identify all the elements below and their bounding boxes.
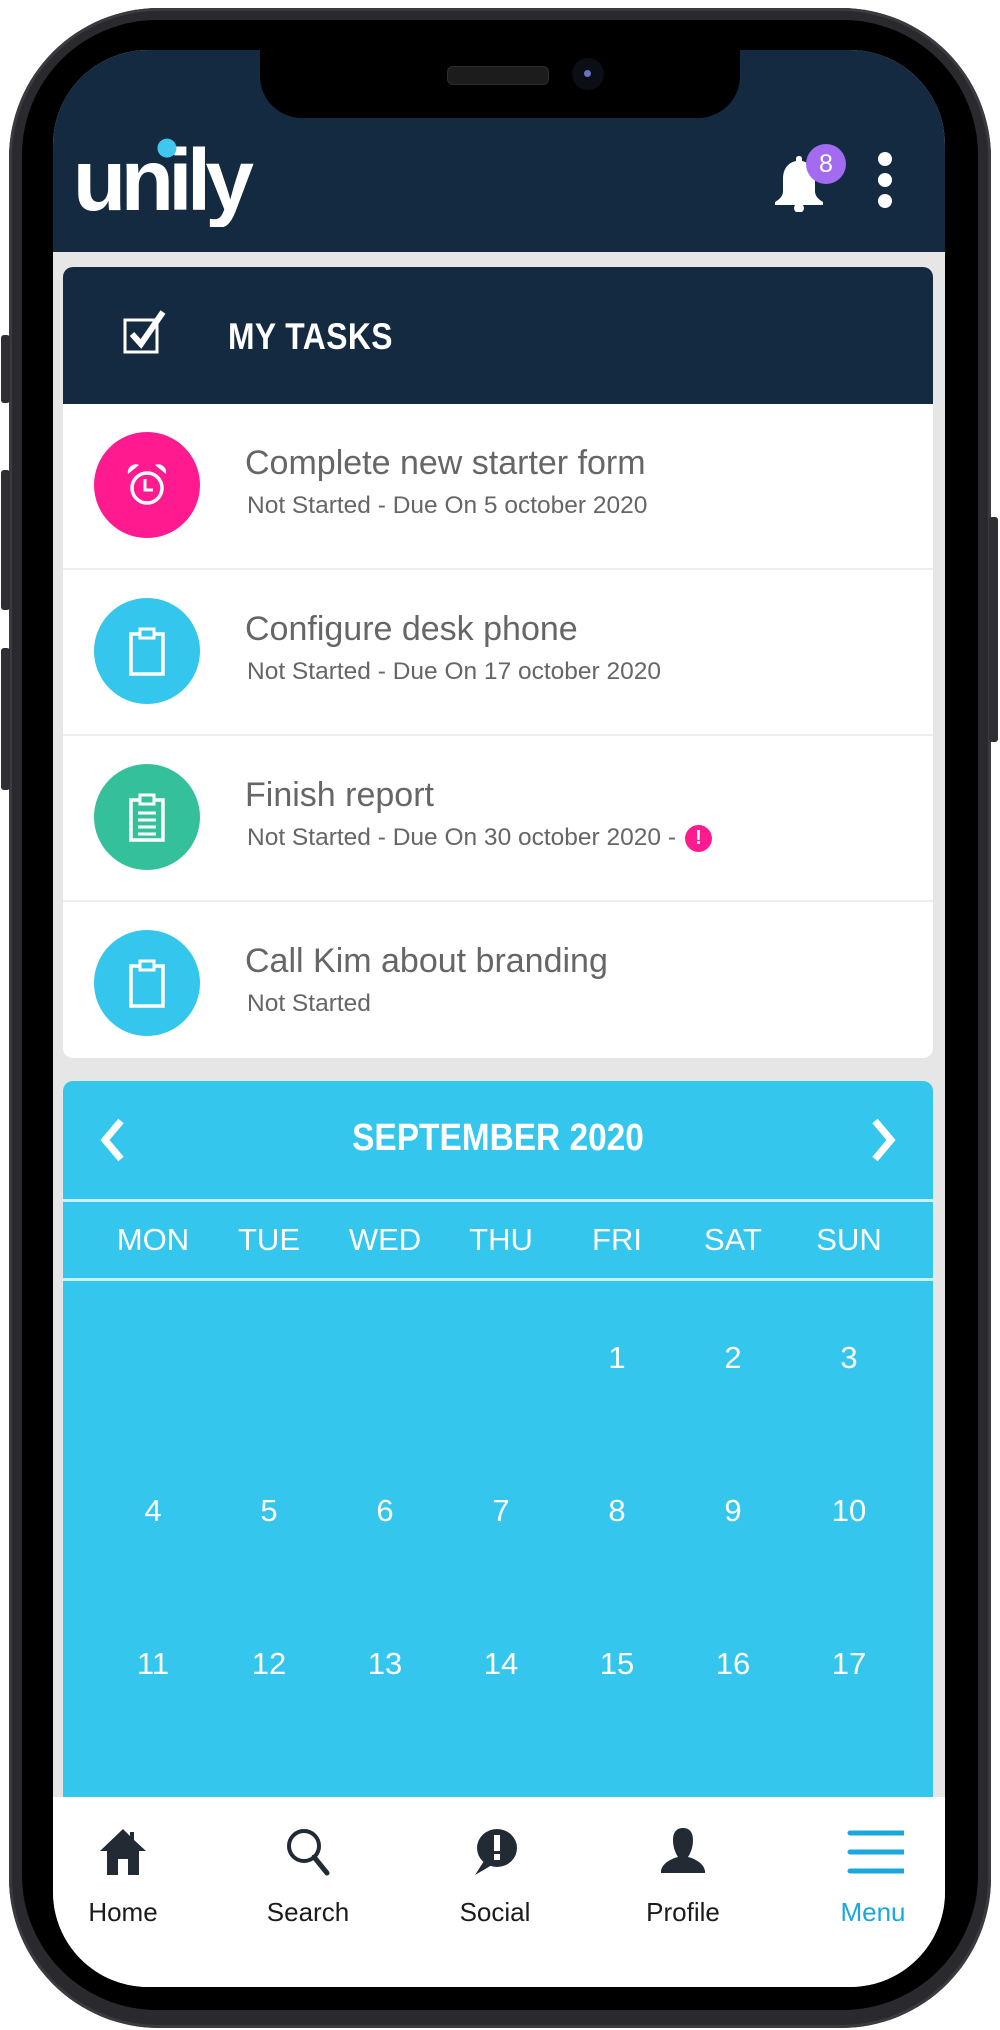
side-button-volume-up: [1, 470, 10, 610]
user-icon: [661, 1828, 705, 1873]
weekday-label: SAT: [704, 1222, 762, 1257]
calendar-day[interactable]: 1: [559, 1281, 675, 1434]
logo-dot: [157, 138, 177, 158]
calendar-day: [327, 1281, 443, 1434]
calendar-card: SEPTEMBER 2020 MON TUE WED THU FRI SAT S…: [63, 1081, 933, 1841]
task-item[interactable]: Configure desk phone Not Started - Due O…: [63, 570, 933, 736]
calendar-day[interactable]: 5: [211, 1434, 327, 1587]
weekday-label: TUE: [238, 1222, 300, 1257]
calendar-day[interactable]: 15: [559, 1587, 675, 1740]
my-tasks-title: MY TASKS: [228, 316, 393, 357]
weekday-label: WED: [348, 1222, 422, 1257]
calendar-day[interactable]: 10: [791, 1434, 907, 1587]
clipboard-list-icon: [129, 793, 165, 842]
calendar-day[interactable]: 11: [95, 1587, 211, 1740]
task-status: Not Started - Due On 30 october 2020 - !: [247, 824, 712, 852]
weekday-label: FRI: [592, 1222, 642, 1257]
calendar-day[interactable]: 9: [675, 1434, 791, 1587]
nav-home[interactable]: Home: [53, 1797, 198, 1947]
screen: unily 8 MY TASKS Complete new starter fo…: [53, 50, 945, 1987]
calendar-day[interactable]: 2: [675, 1281, 791, 1434]
weekday-label: SUN: [816, 1222, 882, 1257]
calendar-day[interactable]: 3: [791, 1281, 907, 1434]
calendar-day-grid: 1 2 3 4 5 6 7 8 9 10 11 12 13 14 15 16 1…: [63, 1281, 933, 1740]
chevron-right-icon[interactable]: [863, 1115, 903, 1165]
calendar-day[interactable]: 16: [675, 1587, 791, 1740]
nav-social[interactable]: Social: [420, 1797, 570, 1947]
clipboard-icon: [129, 959, 165, 1008]
nav-profile[interactable]: Profile: [608, 1797, 758, 1947]
side-button-power: [989, 517, 998, 742]
home-icon: [100, 1829, 146, 1875]
notification-badge[interactable]: 8: [806, 144, 846, 184]
side-button-silent: [1, 335, 10, 403]
calendar-day[interactable]: 12: [211, 1587, 327, 1740]
task-icon-circle: [94, 930, 200, 1036]
alarm-clock-icon: [127, 464, 167, 505]
clipboard-icon: [129, 627, 165, 676]
calendar-header: SEPTEMBER 2020: [63, 1081, 933, 1202]
checkbox-icon: [123, 310, 166, 354]
nav-label: Home: [88, 1897, 158, 1927]
kebab-menu-icon[interactable]: [875, 152, 895, 214]
calendar-day[interactable]: 7: [443, 1434, 559, 1587]
calendar-month-label: SEPTEMBER 2020: [352, 1117, 644, 1159]
calendar-day[interactable]: 4: [95, 1434, 211, 1587]
nav-label: Social: [459, 1897, 531, 1927]
hamburger-menu-icon: [847, 1830, 904, 1874]
calendar-day: [443, 1281, 559, 1434]
speech-bubble-alert-icon: [475, 1829, 517, 1875]
weekday-header-row: MON TUE WED THU FRI SAT SUN: [63, 1202, 933, 1281]
bottom-nav: Home Search Social Profile Menu: [53, 1797, 945, 1987]
task-status: Not Started - Due On 5 october 2020: [247, 492, 648, 519]
my-tasks-card: MY TASKS Complete new starter form Not S…: [63, 267, 933, 1058]
overdue-alert-icon: !: [685, 824, 712, 852]
nav-menu[interactable]: Menu: [798, 1797, 945, 1947]
side-button-volume-down: [1, 648, 10, 790]
weekday-label: MON: [116, 1222, 190, 1257]
unily-logo[interactable]: unily: [71, 132, 261, 227]
my-tasks-header[interactable]: MY TASKS: [63, 267, 933, 404]
nav-label: Menu: [840, 1897, 906, 1927]
task-status: Not Started: [247, 990, 371, 1017]
front-camera: [572, 58, 604, 90]
task-status: Not Started - Due On 17 october 2020: [247, 658, 662, 685]
task-title: Complete new starter form: [245, 444, 646, 482]
task-item[interactable]: Call Kim about branding Not Started: [63, 902, 933, 1058]
task-title: Finish report: [245, 776, 434, 814]
search-icon: [287, 1829, 330, 1876]
task-icon-circle: [94, 432, 200, 538]
calendar-day: [95, 1281, 211, 1434]
calendar-day[interactable]: 17: [791, 1587, 907, 1740]
device-notch: [260, 50, 740, 118]
nav-label: Search: [266, 1897, 350, 1927]
nav-search[interactable]: Search: [233, 1797, 383, 1947]
calendar-day: [211, 1281, 327, 1434]
task-icon-circle: [94, 598, 200, 704]
calendar-day[interactable]: 8: [559, 1434, 675, 1587]
task-icon-circle: [94, 764, 200, 870]
speaker-grille: [447, 66, 549, 85]
calendar-day[interactable]: 6: [327, 1434, 443, 1587]
task-item[interactable]: Complete new starter form Not Started - …: [63, 404, 933, 570]
task-item[interactable]: Finish report Not Started - Due On 30 oc…: [63, 736, 933, 902]
task-title: Configure desk phone: [245, 610, 578, 648]
calendar-day[interactable]: 14: [443, 1587, 559, 1740]
calendar-day[interactable]: 13: [327, 1587, 443, 1740]
task-title: Call Kim about branding: [245, 942, 608, 980]
weekday-label: THU: [469, 1222, 533, 1257]
nav-label: Profile: [646, 1897, 720, 1927]
